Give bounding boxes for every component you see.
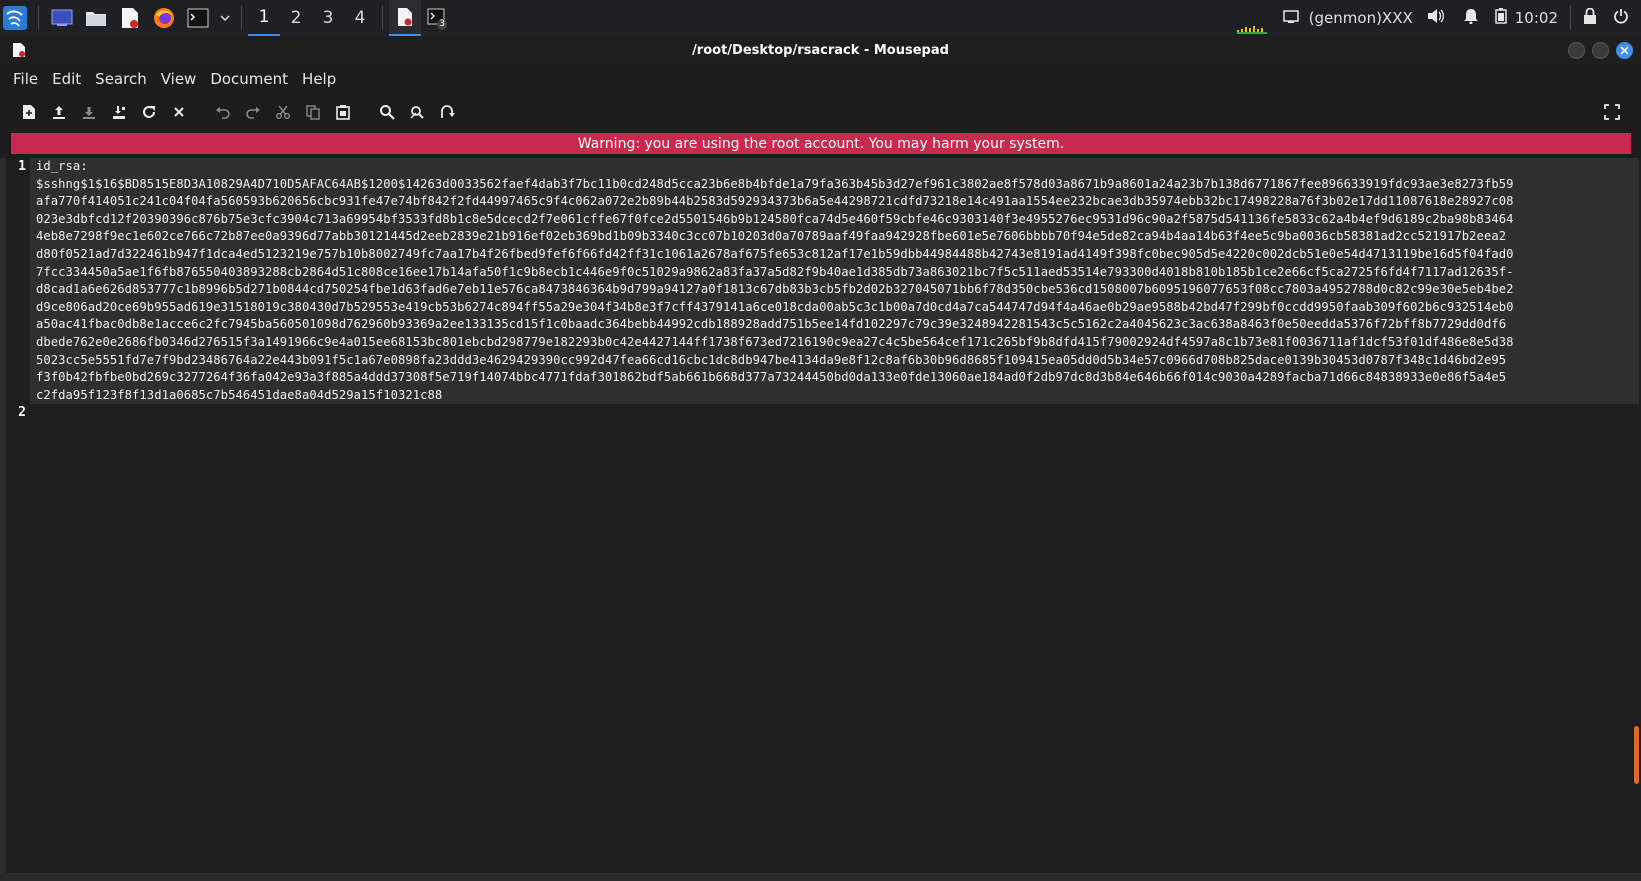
paste-button[interactable] bbox=[328, 97, 358, 127]
redo-icon bbox=[246, 107, 260, 119]
workspace-2[interactable]: 2 bbox=[280, 0, 312, 36]
scissors-icon bbox=[276, 105, 290, 119]
text-editor-area[interactable]: 1 2 id_rsa: $sshng$1$16$BD8515E8D3A10829… bbox=[0, 158, 1641, 873]
system-tray: (genmon)XXX 10:02 bbox=[1233, 0, 1641, 36]
menu-help[interactable]: Help bbox=[295, 70, 343, 88]
toolbar bbox=[0, 94, 1641, 130]
genmon-label: (genmon)XXX bbox=[1308, 9, 1413, 27]
show-desktop-icon[interactable] bbox=[49, 5, 75, 31]
save-button[interactable] bbox=[74, 97, 104, 127]
text-line: dbede762e0e2686fb0346d276515f3a1491966c9… bbox=[36, 334, 1514, 349]
search-icon bbox=[380, 105, 395, 120]
menu-file[interactable]: File bbox=[6, 70, 45, 88]
menu-edit[interactable]: Edit bbox=[45, 70, 88, 88]
text-line: f3f0b42fbfbe0bd269c3277264f36fa042e93a3f… bbox=[36, 370, 1507, 385]
notification-bell-icon[interactable] bbox=[1463, 8, 1479, 28]
lock-icon[interactable] bbox=[1583, 7, 1597, 28]
chevron-down-icon[interactable] bbox=[219, 5, 231, 31]
fullscreen-icon bbox=[1604, 104, 1620, 120]
taskbar-separator bbox=[382, 6, 383, 30]
text-editor-icon[interactable] bbox=[117, 5, 143, 31]
new-document-icon bbox=[23, 105, 35, 119]
line-number-gutter: 1 2 bbox=[6, 158, 32, 422]
upload-icon bbox=[53, 106, 65, 119]
go-to-icon bbox=[441, 105, 455, 118]
close-icon bbox=[174, 107, 184, 117]
go-to-line-button[interactable] bbox=[432, 97, 462, 127]
text-line: c2fda95f123f8f13d1a0685c7b546451dae8a04d… bbox=[36, 387, 443, 402]
text-line: d9ce806ad20ce69b955ad619e31518019c380430… bbox=[36, 299, 1514, 314]
window-count-badge: 3 bbox=[437, 19, 447, 30]
text-line: 023e3dbfcd12f20390396c876b75e3cfc3904c71… bbox=[36, 211, 1514, 226]
text-line: afa770f414051c241c04f04fa560593b620656cb… bbox=[36, 194, 1514, 209]
cpu-graph-icon bbox=[1233, 0, 1271, 36]
text-line: 7fcc334450a5ae1f6fb876550403893288cb2864… bbox=[36, 264, 1514, 279]
copy-button[interactable] bbox=[298, 97, 328, 127]
clipboard-icon bbox=[336, 105, 350, 120]
save-as-button[interactable] bbox=[104, 97, 134, 127]
text-line: $sshng$1$16$BD8515E8D3A10829A4D710D5AFAC… bbox=[36, 176, 1514, 191]
taskbar-mousepad-window[interactable] bbox=[389, 0, 421, 36]
menu-view[interactable]: View bbox=[154, 70, 204, 88]
line-number: 1 bbox=[18, 159, 26, 174]
terminal-icon[interactable] bbox=[185, 5, 211, 31]
window-titlebar[interactable]: /root/Desktop/rsacrack - Mousepad bbox=[0, 36, 1641, 64]
find-button[interactable] bbox=[372, 97, 402, 127]
workspace-3[interactable]: 3 bbox=[312, 0, 344, 36]
text-line: d80f0521ad7d322461b947f1dca4ed5123219e75… bbox=[36, 246, 1514, 261]
find-replace-button[interactable] bbox=[402, 97, 432, 127]
open-button[interactable] bbox=[44, 97, 74, 127]
maximize-button[interactable] bbox=[1592, 42, 1609, 59]
minimize-button[interactable] bbox=[1568, 42, 1585, 59]
display-icon[interactable] bbox=[1282, 9, 1299, 28]
volume-icon[interactable] bbox=[1427, 8, 1445, 28]
window-title: /root/Desktop/rsacrack - Mousepad bbox=[692, 42, 949, 58]
menu-document[interactable]: Document bbox=[203, 70, 295, 88]
window-controls bbox=[1561, 42, 1633, 59]
taskbar-separator bbox=[38, 6, 39, 30]
vertical-scrollbar-thumb[interactable] bbox=[1634, 726, 1639, 784]
fullscreen-button[interactable] bbox=[1597, 97, 1627, 127]
download-icon bbox=[83, 107, 95, 119]
text-line: d8cad1a6e626d853777c1b8996b5d271b0844cd7… bbox=[36, 282, 1514, 297]
taskbar-terminal-window[interactable]: 3 bbox=[421, 0, 453, 36]
mousepad-app-icon bbox=[12, 42, 26, 62]
text-line: a50ac41fbac0db8e1acce6c2fc7945ba56050109… bbox=[36, 317, 1507, 332]
menu-search[interactable]: Search bbox=[88, 70, 154, 88]
close-document-button[interactable] bbox=[164, 97, 194, 127]
workspace-1[interactable]: 1 bbox=[248, 0, 280, 36]
root-warning-banner: Warning: you are using the root account.… bbox=[11, 133, 1631, 154]
taskbar: 1 2 3 4 3 (genmon)XXX 10:02 bbox=[0, 0, 1641, 36]
text-line: id_rsa: bbox=[36, 159, 88, 173]
new-document-button[interactable] bbox=[14, 97, 44, 127]
undo-icon bbox=[216, 107, 230, 119]
redo-button[interactable] bbox=[238, 97, 268, 127]
clock[interactable]: 10:02 bbox=[1515, 9, 1558, 27]
line-number: 2 bbox=[18, 405, 26, 421]
close-icon bbox=[1620, 46, 1629, 55]
menu-bar: File Edit Search View Document Help bbox=[0, 64, 1641, 94]
file-manager-icon[interactable] bbox=[83, 5, 109, 31]
reload-button[interactable] bbox=[134, 97, 164, 127]
battery-icon[interactable] bbox=[1495, 8, 1507, 28]
find-replace-icon bbox=[410, 106, 424, 119]
kali-menu-icon[interactable] bbox=[2, 5, 28, 31]
text-line: 4eb8e7298f9ec1e602ce766c72b87ee0a9396d77… bbox=[36, 229, 1507, 244]
taskbar-separator bbox=[241, 6, 242, 30]
copy-icon bbox=[306, 105, 320, 120]
current-line-highlight: id_rsa: $sshng$1$16$BD8515E8D3A10829A4D7… bbox=[30, 158, 1639, 405]
undo-button[interactable] bbox=[208, 97, 238, 127]
taskbar-separator bbox=[1570, 6, 1571, 30]
firefox-icon[interactable] bbox=[151, 5, 177, 31]
document-text[interactable]: id_rsa: $sshng$1$16$BD8515E8D3A10829A4D7… bbox=[30, 158, 1639, 405]
window-bottom-border bbox=[0, 873, 1641, 881]
reload-icon bbox=[143, 106, 155, 118]
close-button[interactable] bbox=[1616, 42, 1633, 59]
workspace-4[interactable]: 4 bbox=[344, 0, 376, 36]
text-line: 5023cc5e5551fd7e7f9bd23486764a22e443b091… bbox=[36, 352, 1507, 367]
power-icon[interactable] bbox=[1613, 8, 1629, 28]
cut-button[interactable] bbox=[268, 97, 298, 127]
save-as-icon bbox=[113, 106, 125, 119]
